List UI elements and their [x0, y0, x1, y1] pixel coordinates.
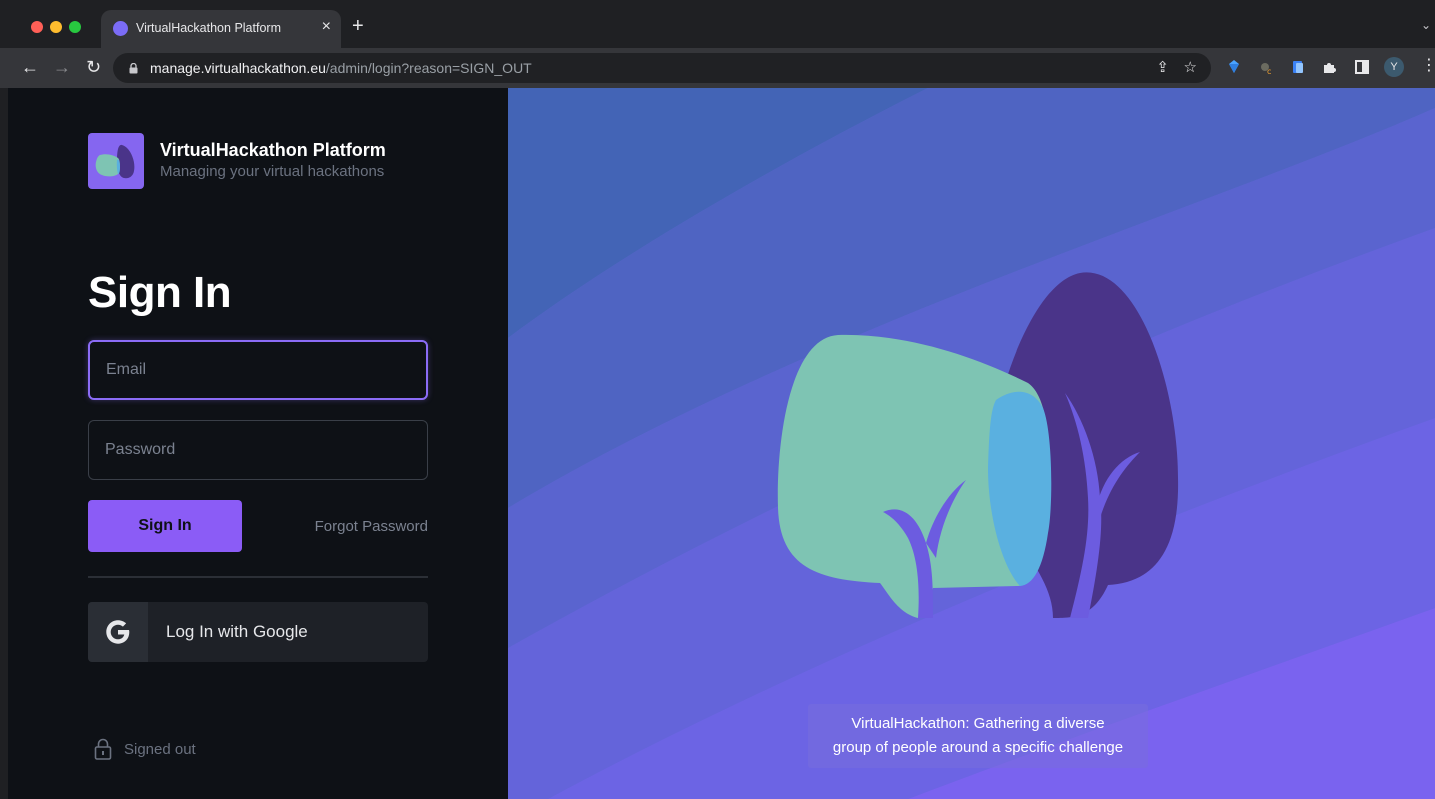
bug-extension-icon[interactable]: c: [1258, 59, 1274, 75]
google-login-label: Log In with Google: [166, 622, 308, 641]
google-icon-box: [88, 602, 148, 662]
svg-text:c: c: [1267, 67, 1271, 75]
favicon-icon: [113, 21, 128, 36]
address-bar[interactable]: manage.virtualhackathon.eu/admin/login?r…: [113, 53, 1211, 83]
sidebar-icon[interactable]: [1354, 59, 1370, 75]
leaves-logo-icon: [95, 144, 135, 179]
brand-tagline: Managing your virtual hackathons: [160, 163, 385, 180]
gem-extension-icon[interactable]: [1226, 59, 1242, 75]
browser-tab-bar: VirtualHackathon Platform × + ⌄: [0, 0, 1435, 48]
login-page: VirtualHackathon Platform Managing your …: [8, 88, 1435, 799]
tab-title: VirtualHackathon Platform: [136, 21, 281, 35]
google-login-button[interactable]: Log In with Google: [88, 602, 428, 662]
url-path: /admin/login?reason=SIGN_OUT: [325, 60, 532, 76]
sign-in-button[interactable]: Sign In: [88, 500, 242, 552]
brand-name: VirtualHackathon Platform: [160, 140, 386, 160]
google-icon: [106, 620, 130, 644]
hero-panel: VirtualHackathon: Gathering a diverse gr…: [508, 88, 1435, 799]
tab-close-icon[interactable]: ×: [322, 19, 331, 35]
star-icon[interactable]: ☆: [1184, 59, 1197, 77]
reload-icon[interactable]: ↻: [86, 57, 101, 77]
lock-icon: [94, 738, 112, 760]
password-field[interactable]: [88, 420, 428, 480]
browser-toolbar: ← → ↻ manage.virtualhackathon.eu/admin/l…: [0, 48, 1435, 88]
hero-caption: VirtualHackathon: Gathering a diverse gr…: [808, 704, 1148, 768]
profile-avatar[interactable]: Y: [1384, 57, 1404, 77]
window-maximize-button[interactable]: [69, 21, 81, 33]
status-text: Signed out: [124, 741, 196, 758]
puzzle-icon[interactable]: [1322, 59, 1338, 75]
window-minimize-button[interactable]: [50, 21, 62, 33]
kebab-menu-icon[interactable]: ⋮: [1421, 56, 1435, 76]
forward-arrow-icon[interactable]: →: [53, 57, 71, 77]
page-title: Sign In: [88, 268, 232, 317]
email-field[interactable]: [88, 340, 428, 400]
lock-icon: [129, 63, 138, 74]
share-icon[interactable]: ⇪: [1156, 59, 1169, 77]
browser-tab[interactable]: VirtualHackathon Platform ×: [101, 10, 341, 48]
hero-caption-line-2: group of people around a specific challe…: [832, 739, 1124, 756]
hero-background: [508, 88, 1435, 799]
brand-logo: [88, 133, 144, 189]
divider: [88, 576, 428, 578]
new-tab-icon[interactable]: +: [352, 16, 364, 36]
url-host: manage.virtualhackathon.eu: [150, 60, 326, 76]
tab-search-chevron-icon[interactable]: ⌄: [1421, 18, 1431, 32]
forgot-password-link[interactable]: Forgot Password: [306, 518, 428, 535]
hero-caption-line-1: VirtualHackathon: Gathering a diverse: [851, 715, 1105, 732]
login-panel: VirtualHackathon Platform Managing your …: [8, 88, 508, 799]
docs-extension-icon[interactable]: [1290, 59, 1306, 75]
url-text: manage.virtualhackathon.eu/admin/login?r…: [150, 60, 532, 76]
window-close-button[interactable]: [31, 21, 43, 33]
back-arrow-icon[interactable]: ←: [21, 57, 39, 77]
